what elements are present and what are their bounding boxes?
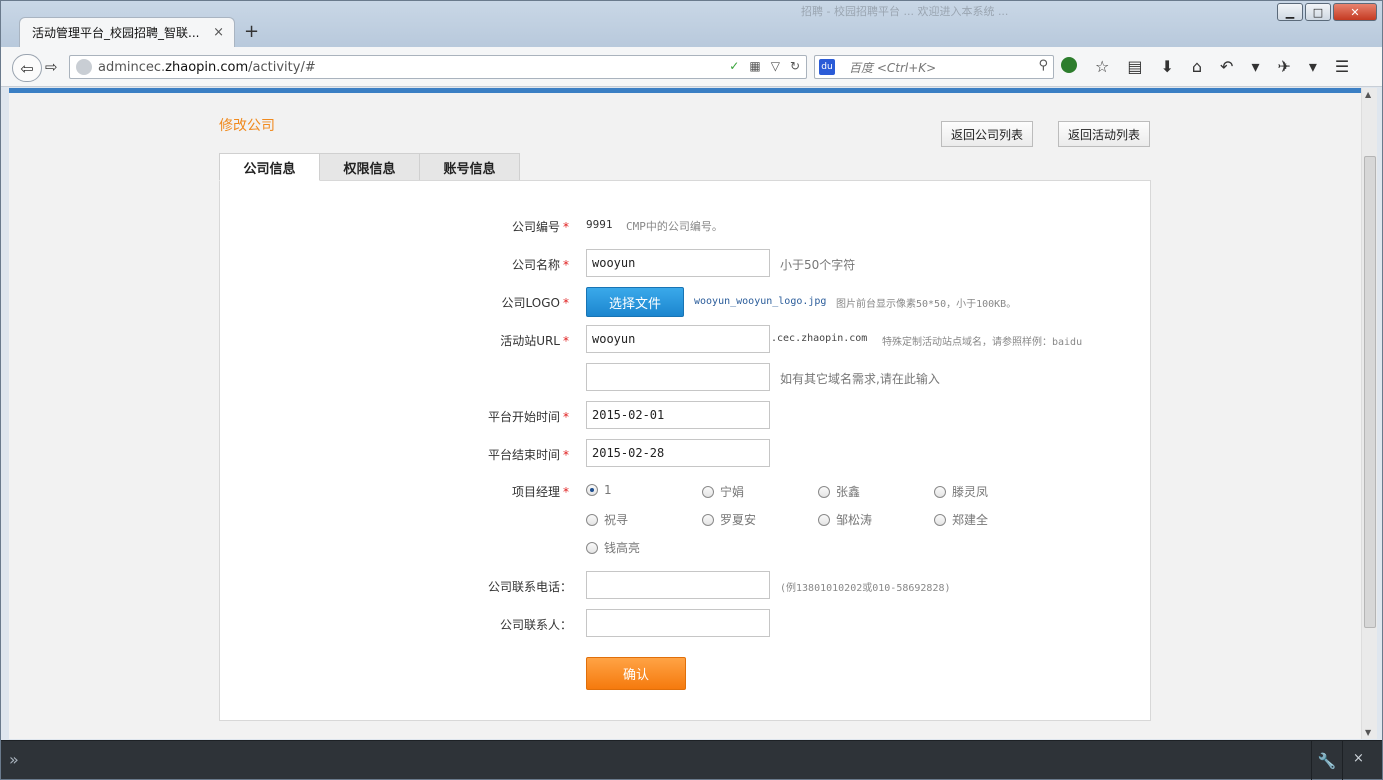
back-button[interactable]: ⇦ <box>12 54 42 82</box>
manager-label: 项目经理 * <box>511 485 569 499</box>
page-content: 修改公司 返回公司列表 返回活动列表 公司信息 权限信息 账号信息 公司编号 * … <box>9 93 1361 739</box>
reload-icon[interactable]: ↻ <box>790 59 800 73</box>
forward-button[interactable]: ⇨ <box>45 58 58 76</box>
company-id-hint: CMP中的公司编号。 <box>626 220 723 233</box>
tab-title: 活动管理平台_校园招聘_智联... <box>32 26 200 40</box>
download-icon[interactable]: ⬇ <box>1160 57 1173 76</box>
blurred-window-title: 招聘 - 校园招聘平台 ... 欢迎进入本系统 ... <box>801 5 1009 18</box>
manager-radio[interactable]: 1 <box>586 483 612 497</box>
scrollbar-thumb[interactable] <box>1364 156 1376 628</box>
site-url-label: 活动站URL * <box>500 334 569 348</box>
company-id-value: 9991 <box>586 218 613 231</box>
search-placeholder: 百度 <Ctrl+K> <box>849 60 937 75</box>
wrench-icon[interactable]: 🔧 <box>1311 741 1343 780</box>
end-date-label: 平台结束时间 * <box>487 448 569 462</box>
maximize-button[interactable]: □ <box>1305 3 1331 21</box>
title-bar: 招聘 - 校园招聘平台 ... 欢迎进入本系统 ... ▁ □ ✕ 活动管理平台… <box>1 1 1382 47</box>
radio-dot-icon <box>586 484 598 496</box>
radio-dot-icon <box>586 541 598 554</box>
start-date-input[interactable]: 2015-02-01 <box>586 401 770 429</box>
start-date-label: 平台开始时间 * <box>487 410 569 424</box>
expand-icon[interactable]: » <box>9 750 19 769</box>
page-title: 修改公司 <box>219 118 275 134</box>
end-date-input[interactable]: 2015-02-28 <box>586 439 770 467</box>
radio-dot-icon <box>818 485 830 498</box>
tab-close-icon[interactable]: × <box>213 25 224 40</box>
phone-input[interactable] <box>586 571 770 599</box>
content-tabs: 公司信息 权限信息 账号信息 <box>219 153 520 181</box>
site-identity-icon[interactable] <box>76 59 92 75</box>
site-url-hint: 特殊定制活动站点域名，请参照样例：baidu <box>882 337 1083 348</box>
contact-input[interactable] <box>586 609 770 637</box>
browser-window: 招聘 - 校园招聘平台 ... 欢迎进入本系统 ... ▁ □ ✕ 活动管理平台… <box>0 0 1383 780</box>
bookmark-star-icon[interactable]: ☆ <box>1095 57 1109 76</box>
logo-label: 公司LOGO * <box>501 296 569 310</box>
navigation-bar: ⇦ ⇨ admincec.zhaopin.com/activity/# ✓ ▦ … <box>1 47 1382 87</box>
manager-radio[interactable]: 钱高亮 <box>586 539 640 556</box>
manager-radio[interactable]: 罗夏安 <box>702 511 756 528</box>
search-icon[interactable]: ⚲ <box>1038 58 1048 73</box>
url-bar-icons: ✓ ▦ ▽ ↻ <box>729 59 800 73</box>
contact-label: 公司联系人： <box>499 618 572 632</box>
url-text: admincec.zhaopin.com/activity/# <box>98 59 316 75</box>
vertical-scrollbar[interactable]: ▲ ▼ <box>1361 88 1377 739</box>
other-domain-input[interactable] <box>586 363 770 391</box>
plane-dropdown-icon[interactable]: ▾ <box>1309 57 1317 76</box>
close-window-button[interactable]: ✕ <box>1333 3 1377 21</box>
company-id-label: 公司编号 * <box>511 220 569 234</box>
back-to-company-list-button[interactable]: 返回公司列表 <box>941 121 1034 147</box>
qr-code-icon[interactable]: ▦ <box>749 59 760 73</box>
addon-icon[interactable] <box>1061 57 1077 73</box>
company-name-hint: 小于50个字符 <box>780 258 856 272</box>
phone-label: 公司联系电话： <box>487 580 572 594</box>
reading-list-icon[interactable]: ▤ <box>1127 57 1142 76</box>
phone-hint: (例13801010202或010-58692828) <box>780 583 951 594</box>
undo-icon[interactable]: ↶ <box>1220 57 1233 76</box>
radio-dot-icon <box>586 513 598 526</box>
scroll-up-icon[interactable]: ▲ <box>1365 90 1371 99</box>
logo-hint: 图片前台显示像素50*50，小于100KB。 <box>836 299 1017 310</box>
manager-radio[interactable]: 张鑫 <box>818 483 860 500</box>
choose-file-button[interactable]: 选择文件 <box>586 287 684 317</box>
home-icon[interactable]: ⌂ <box>1192 57 1202 76</box>
manager-radio[interactable]: 宁娟 <box>702 483 744 500</box>
confirm-button[interactable]: 确认 <box>586 657 686 690</box>
window-controls: ▁ □ ✕ <box>1277 3 1377 21</box>
scroll-down-icon[interactable]: ▼ <box>1365 728 1371 737</box>
dropdown-arrow-icon[interactable]: ▽ <box>771 59 780 73</box>
manager-radio[interactable]: 郑建全 <box>934 511 988 528</box>
developer-toolbar: » 🔧 × <box>1 740 1382 780</box>
site-url-suffix: .cec.zhaopin.com <box>771 333 868 344</box>
radio-dot-icon <box>934 485 946 498</box>
site-url-input[interactable]: wooyun <box>586 325 770 353</box>
minimize-button[interactable]: ▁ <box>1277 3 1303 21</box>
radio-dot-icon <box>702 513 714 526</box>
new-tab-button[interactable]: + <box>244 21 259 42</box>
close-icon[interactable]: × <box>1353 751 1364 766</box>
plane-icon[interactable]: ✈ <box>1277 57 1290 76</box>
manager-radio[interactable]: 祝寻 <box>586 511 628 528</box>
manager-radio[interactable]: 滕灵凤 <box>934 483 988 500</box>
tab-permissions[interactable]: 权限信息 <box>319 153 420 181</box>
undo-dropdown-icon[interactable]: ▾ <box>1251 57 1259 76</box>
radio-dot-icon <box>818 513 830 526</box>
shield-icon[interactable]: ✓ <box>729 59 739 73</box>
tab-company-info[interactable]: 公司信息 <box>219 153 320 181</box>
radio-dot-icon <box>934 513 946 526</box>
address-bar[interactable]: admincec.zhaopin.com/activity/# ✓ ▦ ▽ ↻ <box>69 55 807 79</box>
logo-filename: wooyun_wooyun_logo.jpg <box>694 296 827 307</box>
back-to-activity-list-button[interactable]: 返回活动列表 <box>1058 121 1151 147</box>
radio-dot-icon <box>702 485 714 498</box>
menu-icon[interactable]: ☰ <box>1335 57 1349 76</box>
browser-tab[interactable]: 活动管理平台_校园招聘_智联... × <box>19 17 235 47</box>
company-name-label: 公司名称 * <box>511 258 569 272</box>
search-bar[interactable]: du 百度 <Ctrl+K> ⚲ <box>814 55 1054 79</box>
manager-radio[interactable]: 邹松涛 <box>818 511 872 528</box>
other-domain-hint: 如有其它域名需求,请在此输入 <box>780 372 940 386</box>
company-form: 公司编号 * 9991 CMP中的公司编号。 公司名称 * wooyun 小于50个… <box>219 180 1151 721</box>
baidu-engine-icon[interactable]: du <box>819 59 835 75</box>
toolbar-icons: ☆ ▤ ⬇ ⌂ ↶ ▾ ✈ ▾ ☰ <box>1061 57 1349 76</box>
company-name-input[interactable]: wooyun <box>586 249 770 277</box>
tab-account-info[interactable]: 账号信息 <box>419 153 520 181</box>
